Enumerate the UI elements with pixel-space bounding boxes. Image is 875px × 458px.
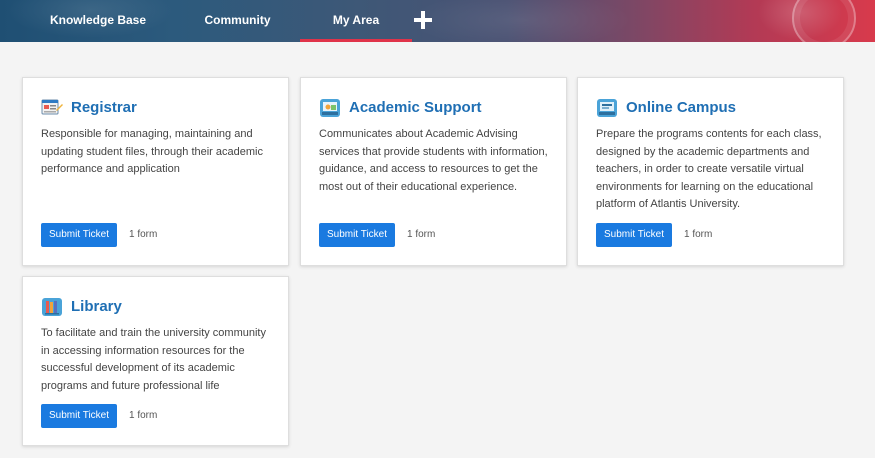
card-description: Communicates about Academic Advising ser… (319, 128, 548, 193)
submit-ticket-button[interactable]: Submit Ticket (41, 223, 117, 247)
submit-ticket-button[interactable]: Submit Ticket (41, 404, 117, 428)
service-card-academic-support[interactable]: Academic Support Communicates about Acad… (300, 77, 567, 266)
form-count: 1 form (129, 229, 158, 240)
library-icon (42, 298, 62, 316)
form-count: 1 form (407, 229, 436, 240)
card-title[interactable]: Academic Support (349, 99, 482, 116)
form-count: 1 form (684, 229, 713, 240)
card-description: To facilitate and train the university c… (41, 327, 266, 392)
card-title[interactable]: Library (71, 298, 122, 315)
nav-my-area[interactable]: My Area (300, 0, 412, 42)
card-title[interactable]: Registrar (71, 99, 137, 116)
top-navigation-bar: Knowledge Base Community My Area (0, 0, 875, 42)
card-title[interactable]: Online Campus (626, 99, 736, 116)
submit-ticket-button[interactable]: Submit Ticket (319, 223, 395, 247)
online-campus-icon (597, 99, 617, 117)
service-card-online-campus[interactable]: Online Campus Prepare the programs conte… (577, 77, 844, 266)
form-count: 1 form (129, 410, 158, 421)
registrar-icon (41, 99, 63, 115)
service-card-registrar[interactable]: Registrar Responsible for managing, main… (22, 77, 289, 266)
card-description: Prepare the programs contents for each c… (596, 128, 822, 210)
card-description: Responsible for managing, maintaining an… (41, 128, 263, 175)
nav-community[interactable]: Community (190, 0, 285, 42)
submit-ticket-button[interactable]: Submit Ticket (596, 223, 672, 247)
academic-support-icon (320, 99, 340, 117)
plus-icon[interactable] (412, 9, 434, 31)
service-card-library[interactable]: Library To facilitate and train the univ… (22, 276, 289, 446)
university-seal-icon (792, 0, 856, 42)
nav-knowledge-base[interactable]: Knowledge Base (40, 0, 156, 42)
